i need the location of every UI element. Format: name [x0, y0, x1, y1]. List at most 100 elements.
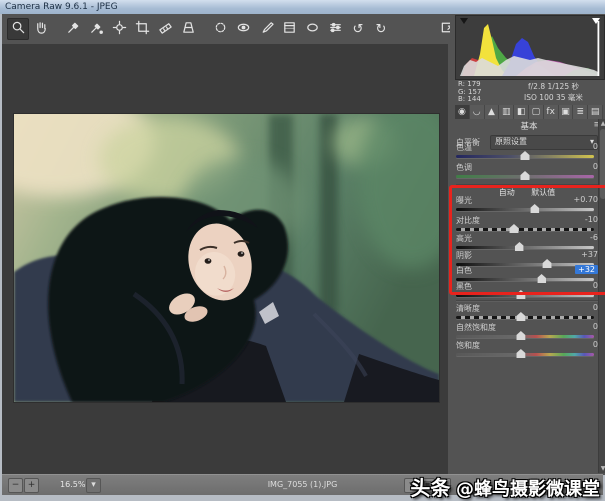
watermark-brand: 头条 — [410, 476, 450, 500]
window-title: Camera Raw 9.6.1 - JPEG — [5, 2, 118, 12]
exif-readout: f/2.8 1/125 秒 ISO 100 35 毫米 — [504, 81, 603, 104]
saturation-thumb[interactable] — [516, 349, 525, 358]
watermark-handle: @蜂鸟摄影微课堂 — [456, 479, 600, 500]
section-title: 基本 — [520, 122, 537, 132]
saturation-track[interactable] — [456, 353, 594, 356]
rotate-right-button[interactable]: ↻ — [370, 18, 392, 40]
slider-blacks: 黑色0 — [456, 281, 598, 301]
blue-value: 144 — [467, 95, 480, 103]
tab-split-toning[interactable]: ◧ — [514, 105, 529, 119]
tab-tone-curve[interactable]: ◡ — [470, 105, 485, 119]
tab-effects[interactable]: fx — [544, 105, 559, 119]
tab-basic[interactable]: ◉ — [455, 105, 470, 119]
basic-icon: ◉ — [458, 107, 466, 117]
hand-tool-button[interactable] — [30, 18, 52, 40]
presets-icon: ≣ — [577, 107, 585, 117]
preferences-button[interactable] — [324, 18, 346, 40]
eye-icon — [236, 20, 251, 39]
temperature-track[interactable] — [456, 155, 594, 158]
shadows-value[interactable]: +37 — [581, 250, 598, 259]
straighten-tool-button[interactable] — [154, 18, 176, 40]
hsl-icon: ▥ — [502, 107, 511, 117]
sliders-icon — [328, 20, 343, 39]
targeted-adjustment-tool-button[interactable] — [108, 18, 130, 40]
blacks-thumb[interactable] — [516, 290, 525, 299]
vibrance-track[interactable] — [456, 335, 594, 338]
hand-icon — [34, 20, 49, 39]
brush-icon — [259, 20, 274, 39]
divider — [456, 300, 598, 302]
adjustment-brush-tool-button[interactable] — [255, 18, 277, 40]
highlights-track[interactable] — [456, 246, 594, 249]
slider-clarity: 清晰度0 — [456, 303, 598, 323]
histogram[interactable] — [455, 15, 605, 80]
adjustments-panel: R: 179 G: 157 B: 144 f/2.8 1/125 秒 ISO 1… — [450, 14, 605, 475]
tab-snapshots[interactable]: ▤ — [588, 105, 603, 119]
white-balance-tool-button[interactable] — [62, 18, 84, 40]
detail-icon: ▲ — [488, 107, 495, 117]
vibrance-thumb[interactable] — [516, 331, 525, 340]
photo-canvas[interactable] — [14, 114, 439, 402]
camera-icon: ▣ — [561, 107, 570, 117]
clarity-thumb[interactable] — [516, 312, 525, 321]
target-icon — [112, 20, 127, 39]
clarity-track[interactable] — [456, 316, 594, 319]
contrast-value[interactable]: -10 — [585, 215, 598, 224]
magnifier-icon — [11, 20, 26, 39]
tab-lens-corrections[interactable]: ▢ — [529, 105, 544, 119]
spot-removal-tool-button[interactable] — [209, 18, 231, 40]
app-area: ↺ ↻ — [2, 14, 603, 495]
transform-icon — [181, 20, 196, 39]
rotate-ccw-icon: ↺ — [353, 23, 364, 36]
scrollbar-thumb[interactable] — [600, 129, 605, 199]
graduated-filter-icon — [282, 20, 297, 39]
graduated-filter-tool-button[interactable] — [278, 18, 300, 40]
tab-hsl-grayscale[interactable]: ▥ — [499, 105, 514, 119]
exposure-thumb[interactable] — [530, 204, 539, 213]
highlights-value[interactable]: -6 — [590, 233, 598, 242]
whites-value-input[interactable]: +32 — [575, 265, 598, 274]
tint-track[interactable] — [456, 175, 594, 178]
exposure-value[interactable]: +0.70 — [573, 195, 598, 204]
rotate-cw-icon: ↻ — [376, 23, 387, 36]
camera-raw-window: Camera Raw 9.6.1 - JPEG ↺ ↻ — [0, 0, 605, 501]
section-header: 基本 ≡ — [455, 120, 603, 132]
title-bar[interactable]: Camera Raw 9.6.1 - JPEG — [0, 0, 605, 14]
eyedropper-dots-icon — [89, 20, 104, 39]
image-info: R: 179 G: 157 B: 144 f/2.8 1/125 秒 ISO 1… — [455, 81, 603, 104]
rotate-left-button[interactable]: ↺ — [347, 18, 369, 40]
divider — [456, 184, 598, 186]
crop-icon — [135, 20, 150, 39]
temperature-thumb[interactable] — [521, 151, 530, 160]
radial-filter-icon — [305, 20, 320, 39]
radial-filter-tool-button[interactable] — [301, 18, 323, 40]
preview-area[interactable] — [2, 44, 448, 475]
panel-tabs: ◉ ◡ ▲ ▥ ◧ ▢ fx ▣ ≣ ▤ — [455, 105, 603, 119]
tab-detail[interactable]: ▲ — [485, 105, 500, 119]
ruler-icon — [158, 20, 173, 39]
heal-brush-icon — [213, 20, 228, 39]
slider-vibrance: 自然饱和度0 — [456, 322, 598, 342]
tint-thumb[interactable] — [521, 171, 530, 180]
exposure-track[interactable] — [456, 208, 594, 211]
color-sampler-tool-button[interactable] — [85, 18, 107, 40]
tab-camera-calibration[interactable]: ▣ — [559, 105, 574, 119]
slider-exposure: 曝光+0.70 — [456, 195, 598, 215]
watermark: 头条 @蜂鸟摄影微课堂 — [410, 472, 600, 501]
red-eye-tool-button[interactable] — [232, 18, 254, 40]
crop-tool-button[interactable] — [131, 18, 153, 40]
panel-scrollbar[interactable]: ▲ ▼ — [598, 119, 605, 473]
scroll-up-icon[interactable]: ▲ — [599, 119, 605, 128]
blacks-track[interactable] — [456, 294, 594, 297]
zoom-tool-button[interactable] — [7, 18, 29, 40]
transform-tool-button[interactable] — [177, 18, 199, 40]
rgb-readout: R: 179 G: 157 B: 144 — [455, 81, 504, 104]
tab-presets[interactable]: ≣ — [573, 105, 588, 119]
slider-temperature: 色温0 — [456, 142, 598, 162]
shadow-clipping-toggle[interactable] — [458, 17, 470, 27]
highlight-clipping-toggle[interactable] — [590, 17, 602, 27]
effects-icon: fx — [546, 107, 555, 117]
snapshots-icon: ▤ — [591, 107, 600, 117]
contrast-track[interactable] — [456, 228, 594, 231]
contrast-thumb[interactable] — [509, 224, 518, 233]
